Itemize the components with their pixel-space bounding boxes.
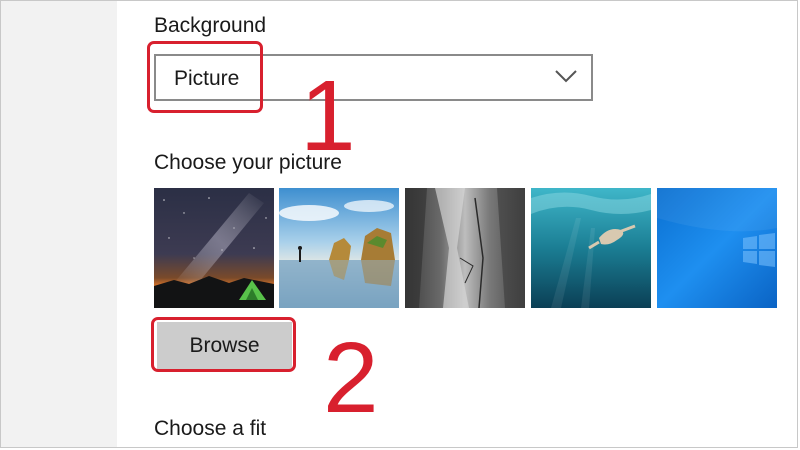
screenshot-frame [0, 0, 798, 448]
